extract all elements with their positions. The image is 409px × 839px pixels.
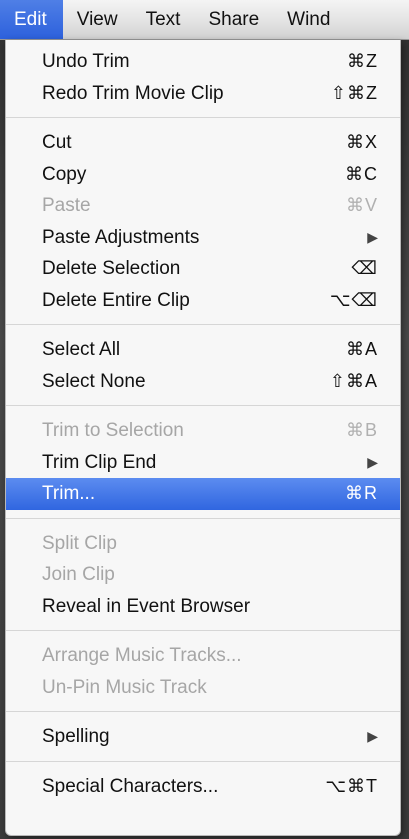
submenu-arrow-icon: ▶ <box>367 228 378 245</box>
menu-item-label: Special Characters... <box>42 775 219 797</box>
menu-separator <box>6 405 400 406</box>
keyboard-shortcut: ⌘C <box>345 163 378 184</box>
menu-item-label: Redo Trim Movie Clip <box>42 82 224 104</box>
menu-item-undo-trim[interactable]: Undo Trim ⌘Z <box>6 46 400 78</box>
keyboard-shortcut: ⌘X <box>345 132 378 152</box>
menubar-text[interactable]: Text <box>132 0 195 39</box>
menu-item-cut[interactable]: Cut ⌘X <box>6 127 400 159</box>
keyboard-shortcut: ⌘B <box>345 420 378 440</box>
keyboard-shortcut: ⌥⌫ <box>329 289 378 310</box>
submenu-arrow-icon: ▶ <box>367 728 378 744</box>
menu-item-label: Spelling <box>42 726 110 747</box>
menu-item-label: Un-Pin Music Track <box>42 676 207 698</box>
menu-item-trim-clip-end[interactable]: Trim Clip End ▶ <box>6 447 400 479</box>
menu-separator <box>6 630 400 631</box>
submenu-arrow-icon: ▶ <box>367 453 378 470</box>
keyboard-shortcut: ⇧⌘A <box>329 370 378 391</box>
menu-item-paste-adjustments[interactable]: Paste Adjustments ▶ <box>6 222 400 254</box>
keyboard-shortcut: ⌥⌘T <box>325 775 378 796</box>
menu-item-delete-entire-clip[interactable]: Delete Entire Clip ⌥⌫ <box>6 285 400 317</box>
menu-item-label: Trim to Selection <box>42 420 184 441</box>
menu-item-label: Join Clip <box>42 564 115 585</box>
menu-separator <box>6 324 400 325</box>
menu-item-paste: Paste ⌘V <box>6 190 400 222</box>
menu-separator <box>6 760 400 762</box>
keyboard-shortcut: ⇧⌘Z <box>330 82 378 103</box>
menu-item-label: Arrange Music Tracks... <box>42 645 242 666</box>
menu-item-reveal-in-event-browser[interactable]: Reveal in Event Browser <box>6 591 400 623</box>
menu-bar: Edit View Text Share Wind <box>0 0 409 40</box>
menu-separator <box>6 517 400 519</box>
menu-item-label: Split Clip <box>42 532 117 554</box>
menu-item-label: Paste <box>42 195 91 216</box>
menu-item-label: Paste Adjustments <box>42 226 200 248</box>
menu-item-trim-to-selection: Trim to Selection ⌘B <box>6 415 400 447</box>
edit-menu-dropdown: Undo Trim ⌘Z Redo Trim Movie Clip ⇧⌘Z Cut ⌘X C… <box>5 40 401 836</box>
menu-item-arrange-music-tracks: Arrange Music Tracks... <box>6 640 400 672</box>
menu-item-label: Delete Selection <box>42 258 181 279</box>
keyboard-shortcut: ⌘A <box>345 339 378 359</box>
menubar-view[interactable]: View <box>63 0 132 39</box>
menubar-share[interactable]: Share <box>194 0 273 39</box>
menu-item-label: Trim Clip End <box>42 451 157 473</box>
menu-item-select-none[interactable]: Select None ⇧⌘A <box>6 366 400 398</box>
keyboard-shortcut: ⌘Z <box>347 51 378 71</box>
menu-item-split-clip: Split Clip <box>6 528 400 560</box>
menu-item-special-characters[interactable]: Special Characters... ⌥⌘T <box>6 771 400 803</box>
keyboard-shortcut: ⌘V <box>345 195 378 215</box>
keyboard-shortcut: ⌘R <box>345 483 378 503</box>
menu-item-trim[interactable]: Trim... ⌘R <box>6 478 400 510</box>
menu-item-label: Trim... <box>42 483 96 504</box>
menu-item-label: Undo Trim <box>42 51 130 72</box>
menu-item-select-all[interactable]: Select All ⌘A <box>6 334 400 366</box>
menu-item-label: Cut <box>42 132 72 153</box>
menubar-edit[interactable]: Edit <box>0 0 63 39</box>
menu-item-redo-trim-movie-clip[interactable]: Redo Trim Movie Clip ⇧⌘Z <box>6 78 400 110</box>
menu-separator <box>6 117 400 118</box>
menu-item-label: Select All <box>42 339 121 360</box>
menu-item-label: Select None <box>42 370 146 392</box>
menubar-window[interactable]: Wind <box>273 0 344 39</box>
menu-item-join-clip: Join Clip <box>6 559 400 591</box>
menu-item-label: Delete Entire Clip <box>42 289 190 311</box>
menu-item-spelling[interactable]: Spelling ▶ <box>6 721 400 753</box>
keyboard-shortcut: ⌫ <box>351 258 378 278</box>
menu-separator <box>6 711 400 712</box>
menu-item-label: Reveal in Event Browser <box>42 595 251 617</box>
menu-item-copy[interactable]: Copy ⌘C <box>6 159 400 191</box>
menu-item-un-pin-music-track: Un-Pin Music Track <box>6 672 400 704</box>
menu-item-delete-selection[interactable]: Delete Selection ⌫ <box>6 253 400 285</box>
menu-item-label: Copy <box>42 163 87 185</box>
screen: Edit View Text Share Wind Undo Trim ⌘Z Red… <box>0 0 409 839</box>
